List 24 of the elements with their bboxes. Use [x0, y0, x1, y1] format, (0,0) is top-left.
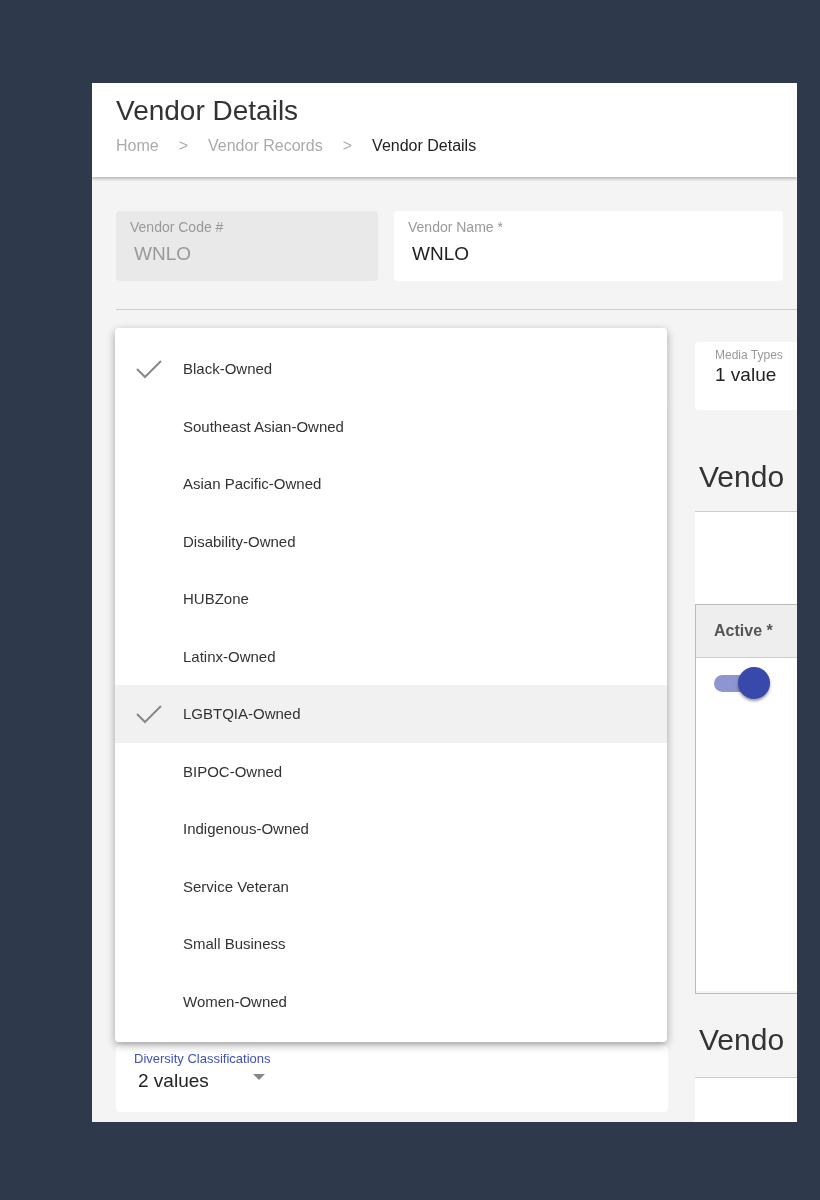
menu-item[interactable]: Disability-Owned: [115, 512, 667, 570]
menu-item[interactable]: Black-Owned: [115, 340, 667, 398]
dropdown-caret-icon: [252, 1073, 265, 1081]
text-field[interactable]: Vendor Name * WNLO: [394, 211, 783, 281]
menu-item[interactable]: Service Veteran: [115, 857, 667, 915]
menu-item[interactable]: HUBZone: [115, 570, 667, 628]
section-heading: Vendo: [699, 1022, 786, 1058]
diversity-select[interactable]: Diversity Classifications 2 values: [116, 1045, 668, 1112]
breadcrumb-separator: >: [178, 137, 189, 155]
media-types-select[interactable]: Media Types 1 value: [695, 342, 797, 410]
menu-item[interactable]: Latinx-Owned: [115, 627, 667, 685]
section-heading: Vendo: [699, 459, 786, 495]
breadcrumb-separator: >: [342, 137, 353, 155]
menu-item[interactable]: Indigenous-Owned: [115, 800, 667, 858]
breadcrumb-current: Vendor Details: [372, 137, 477, 155]
menu-item[interactable]: BIPOC-Owned: [115, 742, 667, 800]
menu-item[interactable]: Southeast Asian-Owned: [115, 397, 667, 455]
menu-item[interactable]: Small Business: [115, 915, 667, 973]
menu-item[interactable]: Women-Owned: [115, 972, 667, 1030]
page-title: Vendor Details: [116, 95, 300, 127]
active-toggle[interactable]: [714, 666, 772, 700]
menu-item[interactable]: Asian Pacific-Owned: [115, 455, 667, 513]
column-header: Active *: [714, 622, 773, 640]
menu-item[interactable]: LGBTQIA-Owned: [115, 685, 667, 743]
